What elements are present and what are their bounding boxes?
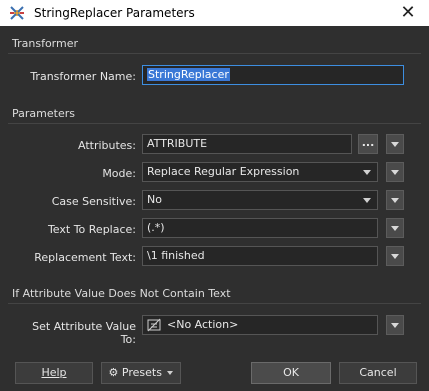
transformer-name-label: Transformer Name: — [30, 70, 136, 83]
chevron-down-icon — [391, 142, 399, 147]
section-divider — [8, 303, 421, 304]
attributes-browse-button[interactable]: ... — [358, 134, 378, 154]
title-bar: StringReplacer Parameters ✕ — [0, 0, 429, 26]
attributes-label: Attributes: — [77, 139, 136, 152]
text-to-replace-input[interactable]: (.*) — [142, 218, 378, 238]
ok-button[interactable]: OK — [251, 362, 331, 384]
mode-label: Mode: — [102, 167, 136, 180]
set-attribute-label: Set Attribute Value To: — [32, 320, 136, 346]
chevron-down-icon — [363, 198, 371, 203]
replacement-text-input[interactable]: \1 finished — [142, 246, 378, 266]
set-attribute-menu-button[interactable] — [386, 315, 404, 335]
chevron-down-icon — [391, 323, 399, 328]
chevron-down-icon — [391, 198, 399, 203]
dialog-body: Transformer Transformer Name: StringRepl… — [0, 26, 429, 391]
parameters-section-title: Parameters — [12, 107, 75, 120]
chevron-down-icon — [391, 170, 399, 175]
chevron-down-icon — [391, 226, 399, 231]
gear-icon: ⚙ — [108, 366, 119, 379]
attributes-menu-button[interactable] — [386, 134, 404, 154]
section-divider — [8, 53, 421, 54]
case-sensitive-label: Case Sensitive: — [51, 195, 136, 208]
no-action-icon — [147, 318, 161, 332]
text-to-replace-label: Text To Replace: — [47, 223, 136, 236]
close-icon: ✕ — [400, 2, 416, 23]
mode-select[interactable]: Replace Regular Expression — [142, 162, 378, 182]
text-to-replace-menu-button[interactable] — [386, 218, 404, 238]
chevron-down-icon — [363, 170, 371, 175]
presets-button[interactable]: ⚙ Presets — [101, 362, 181, 384]
case-sensitive-select[interactable]: No — [142, 190, 378, 210]
chevron-down-icon — [391, 254, 399, 259]
window-title: StringReplacer Parameters — [34, 6, 195, 20]
close-button[interactable]: ✕ — [395, 2, 421, 24]
transformer-icon — [10, 6, 24, 20]
replacement-text-menu-button[interactable] — [386, 246, 404, 266]
nocontain-section-title: If Attribute Value Does Not Contain Text — [12, 287, 231, 300]
transformer-section-title: Transformer — [12, 37, 79, 50]
transformer-name-input[interactable]: StringReplacer — [142, 65, 404, 85]
chevron-down-icon — [167, 371, 174, 375]
cancel-button[interactable]: Cancel — [339, 362, 417, 384]
attributes-input[interactable]: ATTRIBUTE — [142, 134, 352, 154]
help-button[interactable]: Help — [15, 362, 93, 384]
case-sensitive-menu-button[interactable] — [386, 190, 404, 210]
section-divider — [8, 123, 421, 124]
mode-menu-button[interactable] — [386, 162, 404, 182]
set-attribute-value-input[interactable]: <No Action> — [142, 315, 378, 335]
replacement-text-label: Replacement Text: — [34, 251, 136, 264]
